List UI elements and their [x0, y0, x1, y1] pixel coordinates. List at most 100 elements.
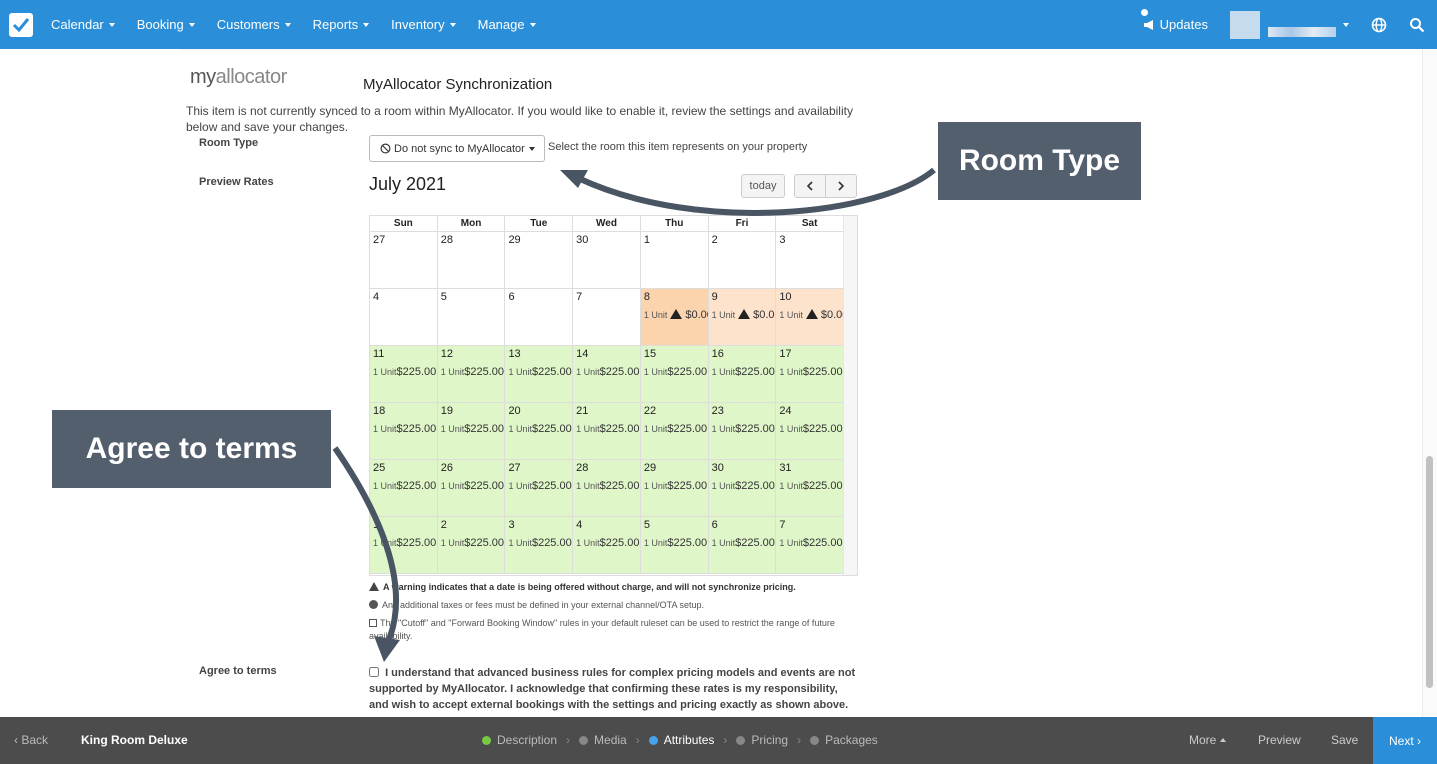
next-month-button[interactable]	[826, 174, 857, 198]
wizard-step-pricing[interactable]: Pricing ›	[736, 733, 810, 747]
calendar-day-cell[interactable]: 6 1 Unit$225.00	[708, 517, 777, 573]
calendar-day-cell[interactable]: 5 1 Unit$225.00	[640, 517, 709, 573]
day-number: 6	[711, 519, 718, 531]
calendar-day-cell[interactable]: 27 1 Unit$225.00	[505, 460, 574, 516]
unit-count: 1 Unit	[440, 481, 465, 491]
page-scrollbar-thumb[interactable]	[1426, 456, 1433, 688]
calendar-icon	[369, 619, 377, 627]
calendar-day-cell[interactable]: 21 1 Unit$225.00	[573, 403, 641, 459]
calendar-day-cell[interactable]: 7 1 Unit$225.00	[776, 517, 845, 573]
calendar-week-row: 11 1 Unit$225.00 12 1 Unit$225.00 13 1 Unit$2…	[370, 346, 845, 403]
calendar-day-cell[interactable]: 8 1 Unit $0.00	[640, 289, 709, 345]
save-button[interactable]: Save	[1331, 733, 1358, 747]
rate-price: $225.00	[667, 423, 708, 435]
rate-event: 1 Unit$225.00	[712, 366, 775, 378]
agree-terms-checkbox[interactable]	[369, 667, 379, 677]
calendar-day-cell[interactable]: 2 1 Unit$225.00	[437, 517, 506, 573]
step-status-dot-icon	[810, 735, 820, 745]
calendar-day-cell[interactable]: 1 1 Unit$225.00	[370, 517, 438, 573]
unit-count: 1 Unit	[643, 481, 668, 491]
calendar-day-cell[interactable]: 2	[709, 232, 777, 288]
calendar-day-cell[interactable]: 26 1 Unit$225.00	[437, 460, 506, 516]
updates-button[interactable]: Updates	[1140, 9, 1208, 32]
user-menu[interactable]	[1230, 10, 1349, 39]
calendar-day-cell[interactable]: 4	[370, 289, 438, 345]
rate-event: 1 Unit$225.00	[644, 537, 707, 549]
rate-event: 1 Unit$225.00	[644, 480, 707, 492]
nav-customers[interactable]: Customers	[217, 17, 291, 32]
day-header: Fri	[709, 216, 777, 231]
rate-price: $225.00	[396, 537, 437, 549]
warning-icon	[369, 582, 379, 591]
note-cutoff: The "Cutoff" and "Forward Booking Window…	[369, 618, 835, 641]
nav-reports[interactable]: Reports	[313, 17, 370, 32]
sync-notice: This item is not currently synced to a r…	[186, 104, 853, 134]
calendar-day-cell[interactable]: 1	[641, 232, 709, 288]
calendar-day-cell[interactable]: 3 1 Unit$225.00	[505, 517, 574, 573]
calendar-day-cell[interactable]: 28 1 Unit$225.00	[573, 460, 641, 516]
calendar-day-cell[interactable]: 18 1 Unit$225.00	[370, 403, 438, 459]
calendar-day-cell[interactable]: 16 1 Unit$225.00	[708, 346, 777, 402]
search-icon[interactable]	[1409, 17, 1425, 33]
calendar-scrollbar[interactable]	[843, 216, 857, 575]
step-status-dot-icon	[579, 735, 589, 745]
calendar-day-cell[interactable]: 12 1 Unit$225.00	[437, 346, 506, 402]
calendar-day-cell[interactable]: 30 1 Unit$225.00	[708, 460, 777, 516]
rate-event: 1 Unit$225.00	[576, 366, 639, 378]
calendar-day-cell[interactable]: 30	[573, 232, 641, 288]
calendar-nav	[794, 174, 857, 198]
calendar-day-cell[interactable]: 15 1 Unit$225.00	[640, 346, 709, 402]
room-type-help: Select the room this item represents on …	[548, 141, 808, 153]
chevron-right-icon	[838, 181, 845, 191]
next-button[interactable]: Next ›	[1373, 717, 1437, 764]
calendar-day-cell[interactable]: 23 1 Unit$225.00	[708, 403, 777, 459]
calendar-day-cell[interactable]: 13 1 Unit$225.00	[505, 346, 574, 402]
calendar-day-cell[interactable]: 31 1 Unit$225.00	[776, 460, 845, 516]
calendar-day-cell[interactable]: 24 1 Unit$225.00	[776, 403, 845, 459]
calendar-day-cell[interactable]: 14 1 Unit$225.00	[573, 346, 641, 402]
calendar-day-cell[interactable]: 7	[573, 289, 641, 345]
user-name-redacted	[1268, 26, 1336, 37]
unit-count: 1 Unit	[576, 538, 600, 548]
room-type-dropdown[interactable]: Do not sync to MyAllocator	[369, 135, 545, 162]
day-number: 28	[440, 234, 453, 246]
calendar-day-cell[interactable]: 6	[505, 289, 574, 345]
preview-button[interactable]: Preview	[1258, 733, 1301, 747]
wizard-step-packages[interactable]: Packages	[810, 733, 878, 747]
day-number: 2	[711, 234, 718, 246]
calendar-day-cell[interactable]: 29	[505, 232, 574, 288]
warning-icon	[805, 309, 818, 319]
bottom-bar: ‹ Back King Room Deluxe Description › Medi…	[0, 717, 1437, 764]
wizard-step-media[interactable]: Media ›	[579, 733, 649, 747]
day-number: 19	[440, 405, 453, 417]
calendar-day-cell[interactable]: 9 1 Unit $0.00	[708, 289, 777, 345]
more-button[interactable]: More	[1189, 733, 1226, 747]
wizard-step-description[interactable]: Description ›	[482, 733, 579, 747]
calendar-day-cell[interactable]: 28	[438, 232, 506, 288]
nav-booking[interactable]: Booking	[137, 17, 195, 32]
rate-event: 1 Unit$225.00	[441, 537, 504, 549]
today-button[interactable]: today	[741, 174, 785, 198]
calendar-day-cell[interactable]: 3	[776, 232, 845, 288]
app-logo-icon[interactable]	[9, 12, 33, 37]
prev-month-button[interactable]	[794, 174, 826, 198]
nav-manage[interactable]: Manage	[478, 17, 536, 32]
calendar-day-cell[interactable]: 19 1 Unit$225.00	[437, 403, 506, 459]
rate-price: $225.00	[464, 423, 504, 435]
calendar-day-cell[interactable]: 11 1 Unit$225.00	[370, 346, 438, 402]
calendar-day-cell[interactable]: 10 1 Unit $0.00	[776, 289, 845, 345]
calendar-day-cell[interactable]: 27	[370, 232, 438, 288]
calendar-day-cell[interactable]: 4 1 Unit$225.00	[573, 517, 641, 573]
nav-calendar[interactable]: Calendar	[51, 17, 115, 32]
back-button[interactable]: ‹ Back	[14, 733, 48, 747]
globe-icon[interactable]	[1371, 17, 1387, 33]
calendar-day-cell[interactable]: 25 1 Unit$225.00	[370, 460, 438, 516]
wizard-step-attributes[interactable]: Attributes ›	[648, 733, 737, 747]
unit-count: 1 Unit	[373, 424, 397, 434]
calendar-day-cell[interactable]: 20 1 Unit$225.00	[505, 403, 574, 459]
calendar-day-cell[interactable]: 17 1 Unit$225.00	[776, 346, 845, 402]
calendar-day-cell[interactable]: 29 1 Unit$225.00	[640, 460, 709, 516]
calendar-day-cell[interactable]: 5	[438, 289, 506, 345]
calendar-day-cell[interactable]: 22 1 Unit$225.00	[640, 403, 709, 459]
nav-inventory[interactable]: Inventory	[391, 17, 456, 32]
